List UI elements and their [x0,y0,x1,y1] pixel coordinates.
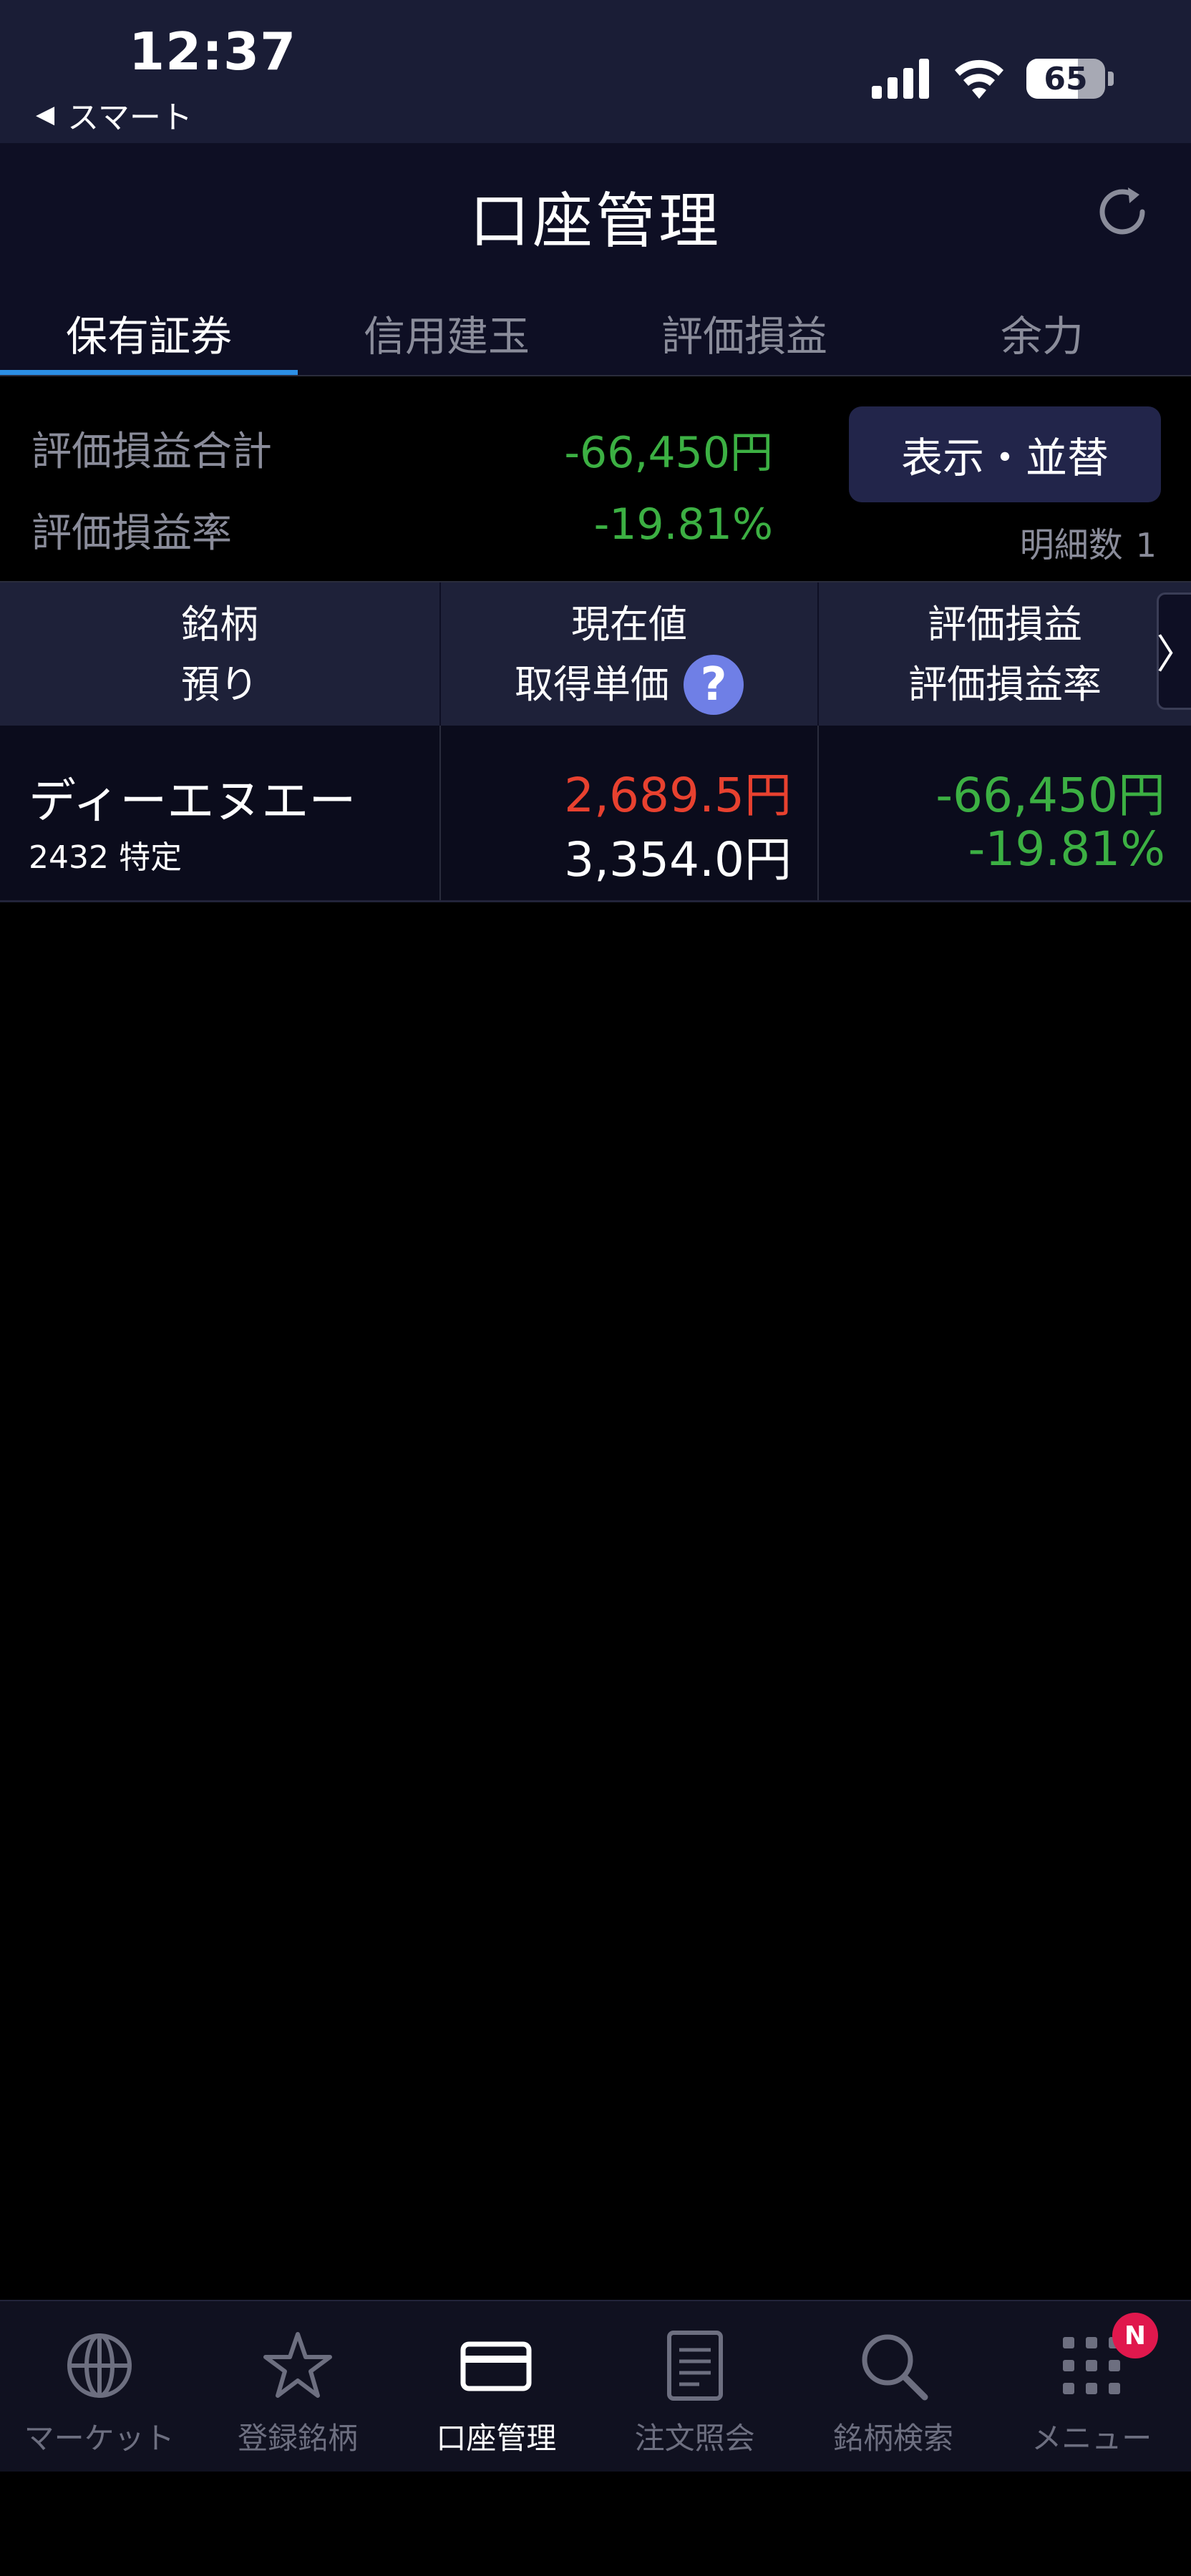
stock-code-account: 2432 特定 [29,839,182,876]
row-pl-rate: -19.81% [968,821,1165,877]
total-pl-value: -66,450円 [564,428,773,478]
battery-tip [1108,72,1114,86]
tab-valuation-pl-label: 評価損益 [661,312,827,361]
back-triangle-icon: ◀ [36,100,55,129]
nav-menu-label: メニュー [1031,2421,1152,2456]
column-header-price-line2: 取得単価 [515,662,669,707]
column-header-pl-line2: 評価損益率 [908,662,1102,707]
nav-header: 口座管理 保有証券 信用建玉 評価損益 余力 [0,143,1191,376]
stock-name: ディーエヌエー [29,774,356,829]
battery-icon: 65 [1026,59,1105,99]
table-header: 銘柄 預り 現在値 取得単価 ? 評価損益 評価損益率 [0,581,1191,727]
wifi-icon [955,59,1003,99]
bottom-tab-bar: マーケット 登録銘柄 口座管理 注文照会 銘柄検索 メニュー [0,2300,1191,2473]
page-title: 口座管理 [469,186,721,256]
column-header-price[interactable]: 現在値 取得単価 ? [441,582,819,727]
tab-valuation-pl[interactable]: 評価損益 [596,290,893,376]
acquisition-price: 3,354.0円 [564,832,792,887]
tab-holdings-label: 保有証券 [65,312,232,361]
home-indicator-area [0,2472,1191,2576]
total-pl-label: 評価損益合計 [31,429,272,475]
pl-rate-label: 評価損益率 [31,510,232,557]
back-app-label: スマート [67,99,193,136]
cell-pl: -66,450円 -19.81% [819,726,1191,900]
tab-margin-positions-label: 信用建玉 [363,312,530,361]
nav-watchlist[interactable]: 登録銘柄 [198,2301,397,2473]
tab-buying-power[interactable]: 余力 [893,290,1191,376]
document-icon [666,2331,723,2401]
back-to-app-link[interactable]: ◀ スマート [36,92,193,137]
nav-account[interactable]: 口座管理 [397,2301,596,2473]
search-icon [862,2334,928,2401]
help-question-icon[interactable]: ? [684,655,744,715]
column-header-pl-line1: 評価損益 [928,602,1082,647]
star-icon [263,2332,332,2398]
status-time: 12:37 [129,21,297,82]
current-price: 2,689.5円 [564,768,792,823]
column-header-stock-line2: 預り [181,662,258,707]
nav-watchlist-label: 登録銘柄 [237,2421,358,2456]
summary-panel: 評価損益合計 -66,450円 評価損益率 -19.81% 表示・並替 明細数 1 [0,376,1191,581]
refresh-icon[interactable] [1092,182,1152,242]
nav-market[interactable]: マーケット [0,2301,198,2473]
pl-rate-value: -19.81% [593,499,773,550]
cellular-signal-icon [872,59,929,99]
cell-stock: ディーエヌエー 2432 特定 [0,726,441,900]
app-root: 12:37 ◀ スマート 65 口座管理 保有証券 信用建玉 評価損益 余力 評… [0,0,1191,2576]
nav-menu[interactable]: メニュー [993,2301,1191,2473]
column-header-pl[interactable]: 評価損益 評価損益率 [819,582,1191,727]
column-header-stock-line1: 銘柄 [181,602,258,647]
globe-icon [67,2333,132,2398]
detail-count-value: 1 [1135,526,1157,565]
display-sort-button[interactable]: 表示・並替 [849,406,1161,502]
nav-market-label: マーケット [24,2421,175,2456]
table-row[interactable]: ディーエヌエー 2432 特定 2,689.5円 3,354.0円 -66,45… [0,726,1191,902]
column-header-price-line2-wrap: 取得単価 ? [515,655,744,715]
menu-notification-badge: N [1112,2313,1158,2358]
tab-bar-top: 保有証券 信用建玉 評価損益 余力 [0,290,1191,376]
status-bar: 12:37 ◀ スマート 65 [0,0,1191,143]
card-icon [460,2341,532,2391]
column-header-price-line1: 現在値 [571,602,687,647]
nav-account-label: 口座管理 [436,2421,557,2456]
tab-buying-power-label: 余力 [1000,312,1084,361]
detail-count-label: 明細数 [1019,525,1123,565]
nav-order-inquiry[interactable]: 注文照会 [596,2301,794,2473]
row-pl-value: -66,450円 [935,768,1165,823]
detail-count: 明細数 1 [1020,517,1157,567]
tab-margin-positions[interactable]: 信用建玉 [298,290,596,376]
nav-stock-search[interactable]: 銘柄検索 [794,2301,992,2473]
nav-stock-search-label: 銘柄検索 [832,2421,953,2456]
battery-percent: 65 [1044,60,1088,97]
column-header-stock[interactable]: 銘柄 預り [0,582,441,727]
nav-order-inquiry-label: 注文照会 [634,2421,755,2456]
scroll-right-chevron-icon[interactable]: 〉 [1157,592,1191,710]
tab-holdings[interactable]: 保有証券 [0,290,298,376]
cell-price: 2,689.5円 3,354.0円 [441,726,819,900]
